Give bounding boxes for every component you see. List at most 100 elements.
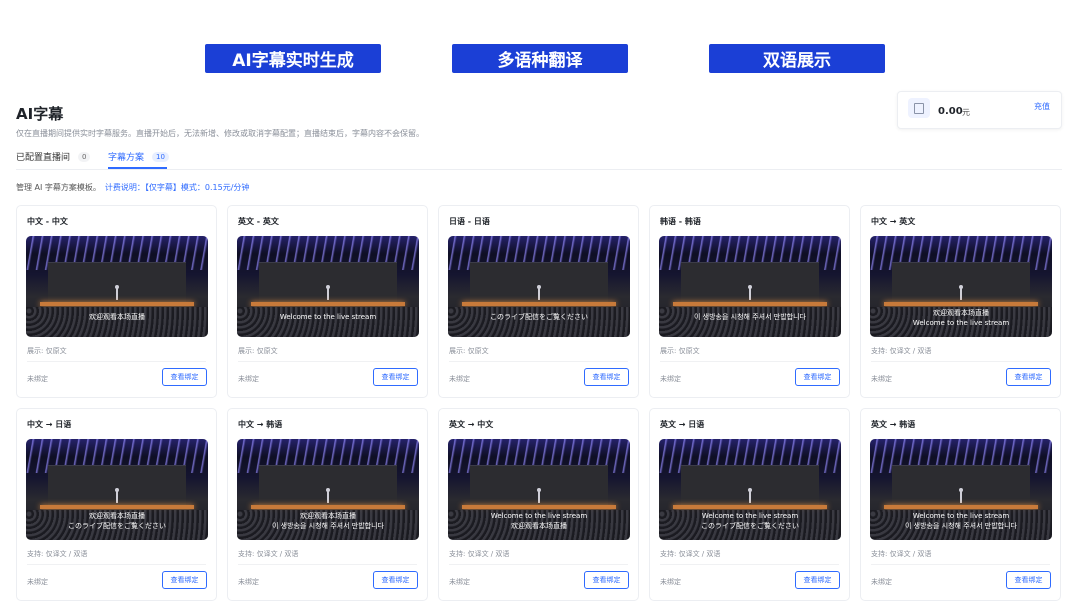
plan-card: 英文 - 英文 Welcome to the live stream 展示: 仅… (227, 205, 428, 398)
view-binding-button[interactable]: 查看绑定 (795, 571, 840, 589)
view-binding-button[interactable]: 查看绑定 (162, 368, 207, 386)
display-mode: 展示: 仅原文 (27, 347, 67, 355)
view-binding-button[interactable]: 查看绑定 (584, 368, 629, 386)
binding-status: 未绑定 (238, 375, 259, 383)
subtitle-line: このライブ配信をご覧ください (68, 522, 166, 530)
display-mode: 支持: 仅译文 / 双语 (27, 550, 88, 558)
binding-status: 未绑定 (449, 578, 470, 586)
preview-thumbnail: Welcome to the live stream 이 생방송을 시청해 주셔서… (870, 439, 1052, 540)
subtitle-overlay: 欢迎观看本场直播 이 생방송을 시청해 주셔서 만밥합니다 (237, 511, 419, 531)
view-binding-button[interactable]: 查看绑定 (373, 571, 418, 589)
tab-label: 字幕方案 (108, 153, 145, 163)
stage-edge (40, 505, 194, 509)
plan-title: 英文 → 中文 (449, 420, 494, 429)
card-divider (238, 361, 417, 362)
view-binding-button[interactable]: 查看绑定 (795, 368, 840, 386)
speaker-figure (326, 285, 330, 300)
display-mode: 展示: 仅原文 (238, 347, 278, 355)
speaker-figure (959, 488, 963, 503)
card-divider (27, 361, 206, 362)
display-mode: 支持: 仅译文 / 双语 (871, 347, 932, 355)
card-divider (660, 361, 839, 362)
page-description: 仅在直播期间提供实时字幕服务。直播开始后，无法新增、修改或取消字幕配置；直播结束… (16, 129, 424, 138)
card-divider (238, 564, 417, 565)
subtitle-line: 이 생방송을 시청해 주셔서 만밥합니다 (272, 522, 384, 530)
speaker-figure (748, 488, 752, 503)
plan-title: 中文 → 韩语 (238, 420, 283, 429)
subtitle-line: このライブ配信をご覧ください (490, 313, 588, 321)
preview-thumbnail: Welcome to the live stream このライブ配信をご覧ください (659, 439, 841, 540)
subtitle-overlay: Welcome to the live stream (237, 312, 419, 322)
card-divider (449, 361, 628, 362)
feature-banner-bilingual: 双语展示 (709, 44, 885, 73)
speaker-figure (537, 285, 541, 300)
tab-configured-rooms[interactable]: 已配置直播间 0 (16, 150, 91, 163)
tab-subtitle-plans[interactable]: 字幕方案 10 (108, 150, 169, 163)
display-mode: 支持: 仅译文 / 双语 (871, 550, 932, 558)
plan-card: 日语 - 日语 このライブ配信をご覧ください 展示: 仅原文 未绑定 查看绑定 (438, 205, 639, 398)
plan-card: 中文 → 日语 欢迎观看本场直播 このライブ配信をご覧ください 支持: 仅译文 /… (16, 408, 217, 601)
balance-card: 0.00 元 充值 (897, 91, 1062, 129)
subtitle-line: 이 생방송을 시청해 주셔서 만밥합니다 (694, 313, 806, 321)
card-divider (449, 564, 628, 565)
stage-edge (251, 302, 405, 306)
balance-amount: 0.00 (938, 106, 963, 117)
plan-title: 英文 → 日语 (660, 420, 705, 429)
plan-card: 英文 → 韩语 Welcome to the live stream 이 생방송을… (860, 408, 1061, 601)
subtitle-overlay: 이 생방송을 시청해 주셔서 만밥합니다 (659, 312, 841, 322)
view-binding-button[interactable]: 查看绑定 (373, 368, 418, 386)
preview-thumbnail: 欢迎观看本场直播 Welcome to the live stream (870, 236, 1052, 337)
view-binding-button[interactable]: 查看绑定 (162, 571, 207, 589)
preview-thumbnail: 이 생방송을 시청해 주셔서 만밥합니다 (659, 236, 841, 337)
subtitle-overlay: このライブ配信をご覧ください (448, 312, 630, 322)
plan-card: 中文 → 英文 欢迎观看本场直播 Welcome to the live stre… (860, 205, 1061, 398)
binding-status: 未绑定 (27, 375, 48, 383)
subtitle-line: 欢迎观看本场直播 (933, 309, 989, 317)
speaker-figure (115, 285, 119, 300)
subtitle-line: 欢迎观看本场直播 (89, 313, 145, 321)
preview-thumbnail: 欢迎观看本场直播 이 생방송을 시청해 주셔서 만밥합니다 (237, 439, 419, 540)
display-mode: 展示: 仅原文 (449, 347, 489, 355)
page-title: AI字幕 (16, 105, 64, 123)
display-mode: 支持: 仅译文 / 双语 (449, 550, 510, 558)
view-binding-button[interactable]: 查看绑定 (1006, 368, 1051, 386)
binding-status: 未绑定 (660, 375, 681, 383)
subtitle-line: 이 생방송을 시청해 주셔서 만밥합니다 (905, 522, 1017, 530)
card-divider (871, 564, 1050, 565)
card-divider (871, 361, 1050, 362)
subtitle-line: Welcome to the live stream (490, 512, 588, 520)
speaker-figure (115, 488, 119, 503)
plan-card: 韩语 - 韩语 이 생방송을 시청해 주셔서 만밥합니다 展示: 仅原文 未绑定… (649, 205, 850, 398)
recharge-link[interactable]: 充值 (1034, 101, 1050, 112)
view-binding-button[interactable]: 查看绑定 (1006, 571, 1051, 589)
stage-edge (40, 302, 194, 306)
stage-edge (462, 505, 616, 509)
preview-thumbnail: 欢迎观看本场直播 (26, 236, 208, 337)
stage-edge (462, 302, 616, 306)
billing-link[interactable]: 计费说明：【仅字幕】模式：0.15元/分钟 (105, 183, 250, 192)
subtitle-line: Welcome to the live stream (912, 512, 1010, 520)
stage-edge (673, 505, 827, 509)
tabs-divider (16, 169, 1062, 170)
subtitle-overlay: Welcome to the live stream 欢迎观看本场直播 (448, 511, 630, 531)
binding-status: 未绑定 (238, 578, 259, 586)
binding-status: 未绑定 (871, 375, 892, 383)
stage-edge (251, 505, 405, 509)
plan-title: 英文 - 英文 (238, 217, 279, 226)
tab-count-badge: 10 (152, 151, 169, 162)
display-mode: 展示: 仅原文 (660, 347, 700, 355)
subtitle-overlay: Welcome to the live stream このライブ配信をご覧ください (659, 511, 841, 531)
stage-edge (884, 505, 1038, 509)
speaker-figure (748, 285, 752, 300)
subtitle-line: 欢迎观看本场直播 (300, 512, 356, 520)
card-divider (27, 564, 206, 565)
plan-title: 韩语 - 韩语 (660, 217, 701, 226)
plan-card: 中文 - 中文 欢迎观看本场直播 展示: 仅原文 未绑定 查看绑定 (16, 205, 217, 398)
stage-edge (884, 302, 1038, 306)
info-text: 管理 AI 字幕方案模板。 (16, 183, 101, 192)
plan-title: 中文 - 中文 (27, 217, 68, 226)
subtitle-overlay: Welcome to the live stream 이 생방송을 시청해 주셔서… (870, 511, 1052, 531)
view-binding-button[interactable]: 查看绑定 (584, 571, 629, 589)
preview-thumbnail: Welcome to the live stream 欢迎观看本场直播 (448, 439, 630, 540)
display-mode: 支持: 仅译文 / 双语 (660, 550, 721, 558)
